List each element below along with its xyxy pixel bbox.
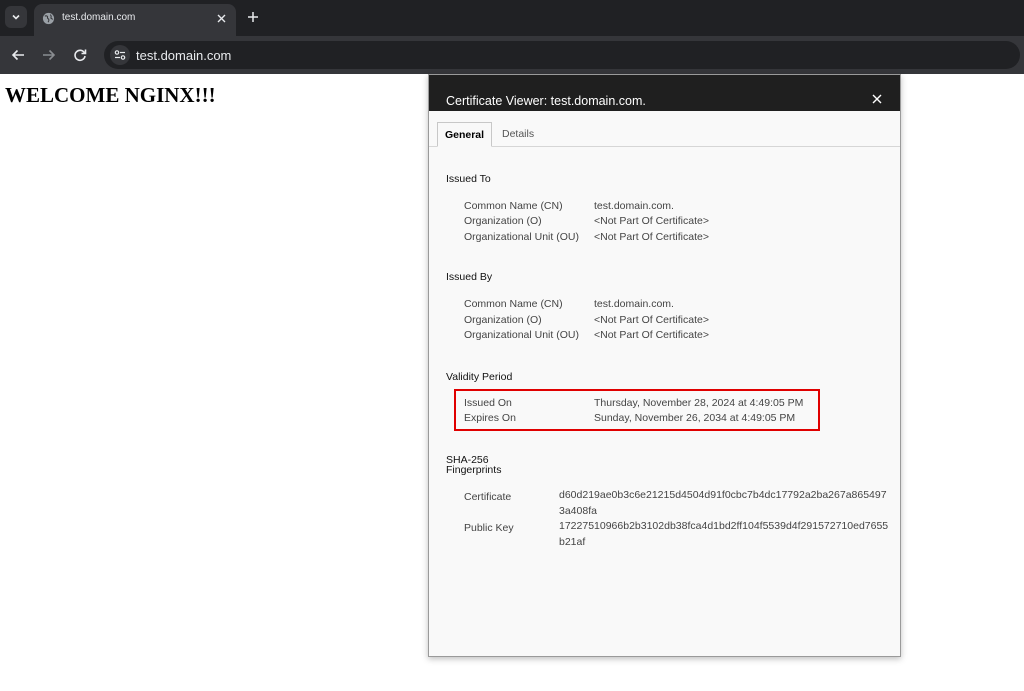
issued-by-o-value: <Not Part Of Certificate>: [594, 314, 709, 326]
chevron-down-icon: [12, 14, 20, 20]
plus-icon: [248, 12, 258, 22]
browser-tab[interactable]: test.domain.com: [34, 4, 236, 36]
issued-to-ou-label: Organizational Unit (OU): [464, 231, 579, 243]
certificate-fingerprint-label: Certificate: [464, 491, 512, 503]
issued-to-o-label: Organization (O): [464, 215, 542, 227]
close-icon: [217, 14, 225, 22]
close-icon: [872, 94, 882, 104]
issued-on-value: Thursday, November 28, 2024 at 4:49:05 P…: [594, 397, 804, 409]
public-key-fingerprint-label: Public Key: [464, 522, 514, 534]
expires-on-value: Sunday, November 26, 2034 at 4:49:05 PM: [594, 412, 796, 424]
new-tab-button[interactable]: [245, 9, 261, 25]
issued-by-cn-label: Common Name (CN): [464, 298, 563, 310]
back-button[interactable]: [10, 47, 26, 63]
issued-to-title: Issued To: [446, 173, 491, 185]
issued-to-cn-value: test.domain.com.: [594, 200, 674, 212]
reload-button[interactable]: [72, 47, 88, 63]
issued-by-title: Issued By: [446, 271, 493, 283]
expires-on-label: Expires On: [464, 412, 516, 424]
site-info-button[interactable]: [110, 45, 130, 65]
certificate-viewer-dialog: Certificate Viewer: test.domain.com. Gen…: [428, 74, 901, 657]
tab-title: test.domain.com: [62, 12, 136, 23]
address-bar[interactable]: test.domain.com: [104, 41, 1020, 69]
validity-period-title: Validity Period: [446, 371, 513, 383]
tune-icon: [114, 50, 126, 60]
issued-by-ou-value: <Not Part Of Certificate>: [594, 329, 709, 341]
dialog-title: Certificate Viewer: test.domain.com.: [446, 94, 646, 108]
forward-button[interactable]: [41, 47, 57, 63]
certificate-fingerprint-value: d60d219ae0b3c6e21215d4504d91f0cbc7b4dc17…: [559, 489, 887, 517]
issued-by-o-label: Organization (O): [464, 314, 542, 326]
arrow-left-icon: [11, 49, 24, 61]
fingerprints-title-line2: Fingerprints: [446, 464, 502, 476]
dialog-tabs: General Details: [429, 122, 900, 147]
browser-tab-strip: test.domain.com: [0, 0, 1024, 36]
arrow-right-icon: [43, 49, 56, 61]
issued-to-o-value: <Not Part Of Certificate>: [594, 215, 709, 227]
reload-icon: [74, 49, 87, 62]
validity-highlight-box: [454, 389, 820, 431]
issued-to-ou-value: <Not Part Of Certificate>: [594, 231, 709, 243]
dialog-close-button[interactable]: [871, 93, 883, 105]
issued-by-cn-value: test.domain.com.: [594, 298, 674, 310]
url-text[interactable]: test.domain.com: [136, 48, 231, 63]
dialog-header: Certificate Viewer: test.domain.com.: [429, 75, 900, 111]
page-heading: WELCOME NGINX!!!: [5, 83, 216, 107]
tab-close-button[interactable]: [214, 11, 228, 25]
public-key-fingerprint-value: 17227510966b2b3102db38fca4d1bd2ff104f553…: [559, 520, 889, 548]
issued-on-label: Issued On: [464, 397, 512, 409]
browser-toolbar: test.domain.com: [0, 36, 1024, 74]
globe-icon: [42, 12, 55, 25]
tab-general[interactable]: General: [437, 122, 492, 147]
issued-to-cn-label: Common Name (CN): [464, 200, 563, 212]
tab-search-button[interactable]: [5, 6, 27, 28]
tab-details[interactable]: Details: [502, 122, 534, 147]
issued-by-ou-label: Organizational Unit (OU): [464, 329, 579, 341]
